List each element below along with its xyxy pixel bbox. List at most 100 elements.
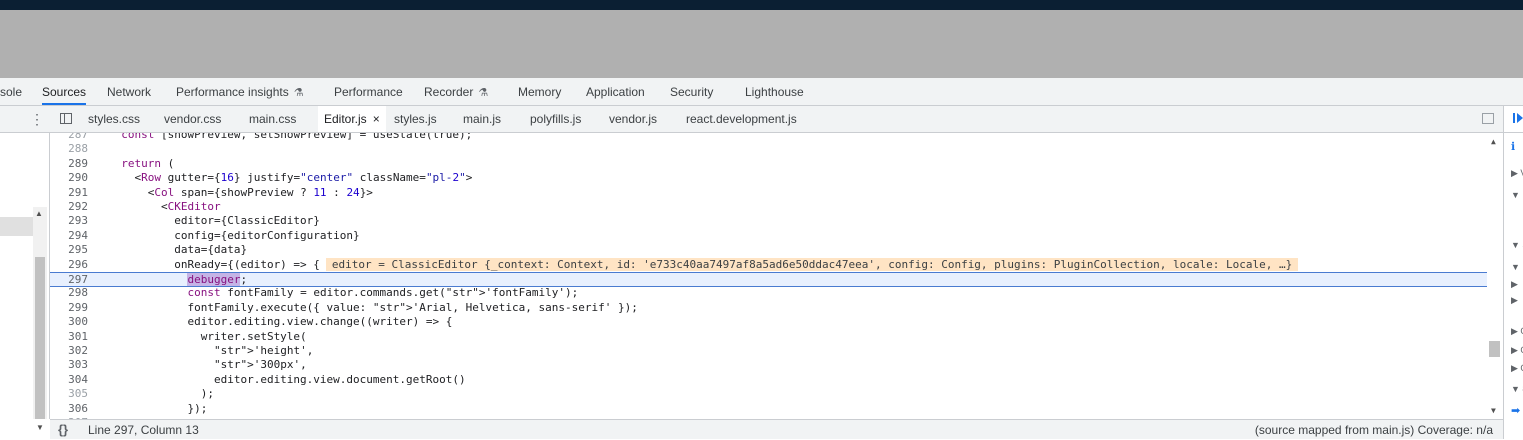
- sidebar-section-toggle[interactable]: ▶: [1511, 279, 1518, 290]
- code-text: config={editorConfiguration}: [108, 228, 360, 242]
- code-text: editor.editing.view.document.getRoot(): [108, 372, 466, 386]
- code-line[interactable]: 304 editor.editing.view.document.getRoot…: [50, 373, 1487, 387]
- source-map-info[interactable]: (source mapped from main.js) Coverage: n…: [1255, 420, 1493, 440]
- tab-sources[interactable]: Sources: [42, 78, 87, 105]
- line-number[interactable]: 290: [50, 171, 88, 185]
- line-number[interactable]: 287: [50, 133, 88, 142]
- code-text: });: [108, 401, 208, 415]
- pretty-print-icon[interactable]: {}: [58, 420, 68, 440]
- scroll-down-icon[interactable]: ▼: [36, 423, 44, 432]
- sidebar-section-toggle[interactable]: ▼ I: [1511, 190, 1523, 200]
- sidebar-section-toggle[interactable]: ▶ V: [1511, 168, 1523, 179]
- code-line[interactable]: 287 const [showPreview, setShowPreview] …: [50, 133, 1487, 142]
- code-line[interactable]: 306 });: [50, 402, 1487, 416]
- current-frame-arrow-icon[interactable]: ➡: [1511, 404, 1520, 417]
- current-execution-line[interactable]: 297 debugger;: [50, 272, 1487, 287]
- code-line[interactable]: 288: [50, 142, 1487, 156]
- sidebar-section-toggle[interactable]: ▼ 8: [1511, 384, 1523, 394]
- toggle-debugger-icon[interactable]: [1482, 113, 1494, 124]
- code-line[interactable]: 303 "str">'300px',: [50, 358, 1487, 372]
- code-line[interactable]: 305 );: [50, 387, 1487, 401]
- line-number[interactable]: 291: [50, 186, 88, 200]
- file-tab-vendor-js[interactable]: vendor.js: [609, 106, 657, 132]
- code-editor[interactable]: 307306 });305 );304 editor.editing.view.…: [50, 133, 1503, 419]
- code-text: debugger;: [187, 273, 248, 286]
- code-line[interactable]: 302 "str">'height',: [50, 344, 1487, 358]
- sidebar-section-toggle[interactable]: ▶ C: [1511, 345, 1523, 356]
- line-number[interactable]: 293: [50, 214, 88, 228]
- line-number[interactable]: 301: [50, 330, 88, 344]
- editor-scrollbar[interactable]: ▲ ▼: [1487, 133, 1503, 419]
- line-number[interactable]: 300: [50, 315, 88, 329]
- line-number[interactable]: 292: [50, 200, 88, 214]
- code-line[interactable]: 292 <CKEditor: [50, 200, 1487, 214]
- navigator-selected-item[interactable]: [0, 217, 33, 236]
- line-number[interactable]: 296: [50, 258, 88, 272]
- file-tab-label: main.js: [463, 112, 502, 126]
- line-number[interactable]: 288: [50, 142, 88, 156]
- line-number[interactable]: 295: [50, 243, 88, 257]
- line-number[interactable]: 302: [50, 344, 88, 358]
- code-line[interactable]: 294 config={editorConfiguration}: [50, 229, 1487, 243]
- tab-lighthouse[interactable]: Lighthouse: [745, 78, 804, 105]
- line-number[interactable]: 289: [50, 157, 88, 171]
- resume-icon[interactable]: [1513, 113, 1523, 123]
- scroll-up-icon[interactable]: ▲: [35, 209, 43, 218]
- file-tab-react-development-js[interactable]: react.development.js: [686, 106, 797, 132]
- file-tab-label: vendor.js: [609, 112, 658, 126]
- sidebar-section-toggle[interactable]: ▼ L: [1511, 262, 1523, 272]
- sidebar-section-toggle[interactable]: ▶: [1511, 295, 1518, 306]
- code-text: fontFamily.execute({ value: "str">'Arial…: [108, 300, 638, 314]
- file-tab-main-css[interactable]: main.css: [249, 106, 296, 132]
- editor-scroll-thumb[interactable]: [1489, 341, 1500, 357]
- scroll-down-icon[interactable]: ▼: [1491, 406, 1496, 415]
- tab-security[interactable]: Security: [670, 78, 713, 105]
- tab-network[interactable]: Network: [107, 78, 151, 105]
- code-text: editor={ClassicEditor}: [108, 214, 320, 228]
- tab-memory[interactable]: Memory: [518, 78, 561, 105]
- file-tab-editor-js[interactable]: Editor.js ×: [318, 106, 386, 132]
- sidebar-section-toggle[interactable]: ▶ C: [1511, 326, 1523, 337]
- line-number[interactable]: 303: [50, 358, 88, 372]
- line-number[interactable]: 298: [50, 286, 88, 300]
- code-line[interactable]: 301 writer.setStyle(: [50, 330, 1487, 344]
- tab-recorder[interactable]: Recorder ⚗: [424, 78, 488, 105]
- line-number[interactable]: 305: [50, 387, 88, 401]
- tab-label: sole: [0, 85, 23, 99]
- tab-sole[interactable]: sole: [0, 78, 22, 105]
- close-icon[interactable]: ×: [373, 112, 380, 126]
- scroll-up-icon[interactable]: ▲: [1491, 137, 1496, 146]
- sidebar-section-toggle[interactable]: ▼ S: [1511, 240, 1523, 250]
- file-tab-styles-js[interactable]: styles.js: [394, 106, 437, 132]
- tab-performance-insights[interactable]: Performance insights ⚗: [176, 78, 304, 105]
- sidebar-section-toggle[interactable]: ▶ C: [1511, 363, 1523, 374]
- line-number[interactable]: 299: [50, 301, 88, 315]
- code-line[interactable]: 296 onReady={(editor) => {editor = Class…: [50, 257, 1487, 272]
- line-number[interactable]: 304: [50, 373, 88, 387]
- file-tab-styles-css[interactable]: styles.css: [88, 106, 140, 132]
- toggle-navigator-icon[interactable]: [60, 113, 72, 124]
- file-tab-label: Editor.js: [324, 112, 367, 126]
- tab-performance[interactable]: Performance: [334, 78, 403, 105]
- navigator-scroll-thumb[interactable]: [35, 257, 45, 422]
- code-line[interactable]: 298 const fontFamily = editor.commands.g…: [50, 286, 1487, 300]
- line-number[interactable]: 294: [50, 229, 88, 243]
- code-line[interactable]: 293 editor={ClassicEditor}: [50, 214, 1487, 228]
- more-options-icon[interactable]: ⋮: [30, 112, 44, 126]
- code-line[interactable]: 295 data={data}: [50, 243, 1487, 257]
- file-tab-vendor-css[interactable]: vendor.css: [164, 106, 221, 132]
- navigator-scrollbar[interactable]: ▲: [33, 207, 47, 439]
- file-tab-label: styles.js: [394, 112, 437, 126]
- code-line[interactable]: 290 <Row gutter={16} justify="center" cl…: [50, 171, 1487, 185]
- tab-application[interactable]: Application: [586, 78, 645, 105]
- code-line[interactable]: 291 <Col span={showPreview ? 11 : 24}>: [50, 186, 1487, 200]
- line-number[interactable]: 297: [50, 273, 88, 286]
- file-tab-main-js[interactable]: main.js: [463, 106, 501, 132]
- line-number[interactable]: 306: [50, 402, 88, 416]
- file-tab-polyfills-js[interactable]: polyfills.js: [530, 106, 581, 132]
- code-line[interactable]: 299 fontFamily.execute({ value: "str">'A…: [50, 301, 1487, 315]
- tab-label: Sources: [42, 85, 87, 99]
- file-tab-label: main.css: [249, 112, 297, 126]
- code-line[interactable]: 300 editor.editing.view.change((writer) …: [50, 315, 1487, 329]
- code-line[interactable]: 289 return (: [50, 157, 1487, 171]
